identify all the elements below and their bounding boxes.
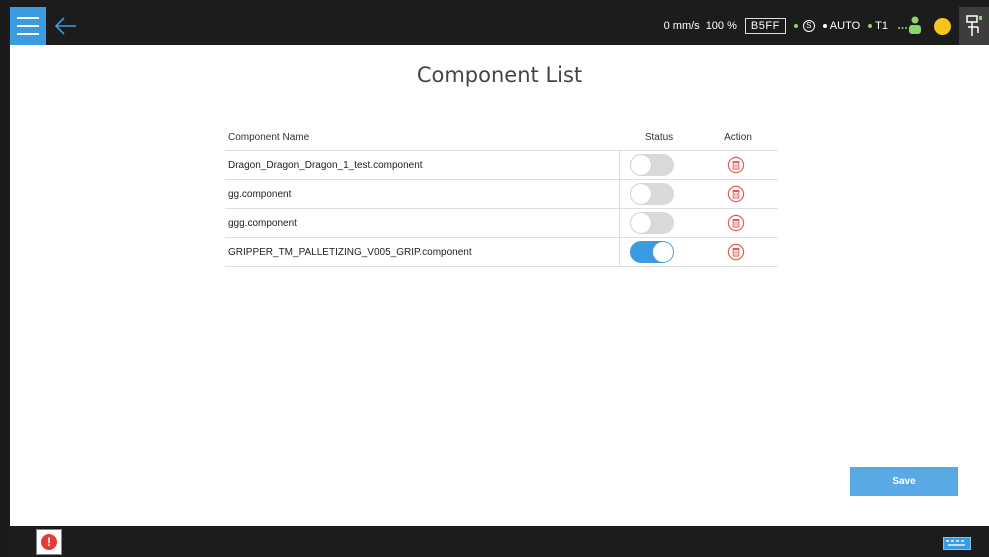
status-toggle[interactable] (630, 241, 674, 263)
column-header-name: Component Name (228, 132, 310, 143)
mode-label: AUTO (829, 20, 861, 32)
speed-percent: 100 % (705, 20, 737, 32)
status-toggle[interactable] (630, 212, 674, 234)
component-name: gg.component (228, 189, 292, 200)
robot-status-icon (898, 16, 921, 34)
status-toggle[interactable] (630, 183, 674, 205)
tool-indicator: T1 (868, 20, 888, 32)
component-name: GRIPPER_TM_PALLETIZING_V005_GRIP.compone… (228, 247, 472, 258)
component-name: ggg.component (228, 218, 297, 229)
status-light-icon (934, 17, 951, 35)
tool-label: T1 (875, 20, 888, 32)
column-header-action: Action (724, 132, 752, 143)
save-button[interactable]: Save (850, 467, 958, 496)
page-title: Component List (416, 63, 583, 87)
device-frame: 0 mm/s 100 % B5FF S AUTO T1 Component Li… (0, 0, 989, 557)
status-toggle[interactable] (630, 154, 674, 176)
end-button-lock-icon[interactable] (959, 7, 989, 45)
trash-icon[interactable] (727, 185, 745, 203)
keyboard-icon[interactable] (943, 537, 971, 550)
table-header: Component Name Status Action (225, 124, 778, 151)
back-arrow-icon[interactable] (50, 11, 80, 41)
safety-indicator: S (793, 20, 815, 32)
mode-indicator: AUTO (822, 20, 861, 32)
column-header-status: Status (644, 132, 674, 143)
status-area: 0 mm/s 100 % B5FF S AUTO T1 (664, 7, 989, 45)
project-code: B5FF (744, 18, 786, 34)
alarm-icon[interactable]: ! (36, 529, 62, 555)
safety-s-icon: S (802, 20, 815, 32)
table-row: GRIPPER_TM_PALLETIZING_V005_GRIP.compone… (225, 238, 778, 267)
bottom-bar: ! (10, 526, 989, 557)
table-row: Dragon_Dragon_Dragon_1_test.component (225, 151, 778, 180)
trash-icon[interactable] (727, 214, 745, 232)
table-row: gg.component (225, 180, 778, 209)
trash-icon[interactable] (727, 156, 745, 174)
trash-icon[interactable] (727, 243, 745, 261)
hamburger-menu-icon[interactable] (10, 7, 46, 45)
component-name: Dragon_Dragon_Dragon_1_test.component (228, 160, 423, 171)
component-table: Component Name Status Action Dragon_Drag… (225, 124, 778, 267)
screen: 0 mm/s 100 % B5FF S AUTO T1 Component Li… (10, 7, 989, 557)
table-row: ggg.component (225, 209, 778, 238)
top-bar: 0 mm/s 100 % B5FF S AUTO T1 (10, 7, 989, 45)
speed-readout: 0 mm/s (663, 20, 700, 32)
